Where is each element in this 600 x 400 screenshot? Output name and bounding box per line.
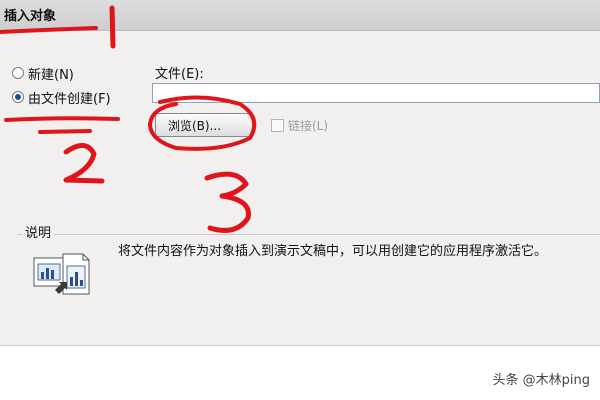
annotation-number-3 [204, 171, 251, 233]
create-from-file-radio[interactable] [12, 91, 24, 103]
annotation-dash [38, 129, 92, 134]
file-path-input[interactable] [152, 83, 600, 103]
create-from-file-option[interactable]: 由文件创建(F) [12, 88, 111, 107]
link-option[interactable]: 链接(L) [271, 117, 328, 134]
description-text: 将文件内容作为对象插入到演示文稿中，可以用创建它的应用程序激活它。 [118, 244, 548, 259]
create-new-option[interactable]: 新建(N) [12, 64, 74, 83]
create-from-file-label: 由文件创建(F) [28, 91, 111, 107]
link-label: 链接(L) [288, 119, 329, 133]
dialog-titlebar: 插入对象 [0, 0, 600, 31]
browse-button[interactable]: 浏览(B)... [155, 113, 253, 137]
create-new-radio[interactable] [12, 67, 24, 79]
annotation-underline-option [4, 116, 120, 122]
file-label: 文件(E): [155, 67, 204, 82]
create-new-label: 新建(N) [28, 67, 74, 83]
insert-object-dialog: 插入对象 新建(N) 由文件创建(F) 文件(E): 浏览(B)... 链接(L… [0, 0, 600, 346]
annotation-number-2 [63, 143, 105, 184]
description-title: 说明 [22, 222, 55, 241]
insert-file-object-icon [33, 253, 90, 295]
watermark-text: 头条 @木林ping [492, 373, 591, 388]
dialog-title: 插入对象 [4, 9, 57, 24]
link-checkbox[interactable] [271, 119, 284, 132]
